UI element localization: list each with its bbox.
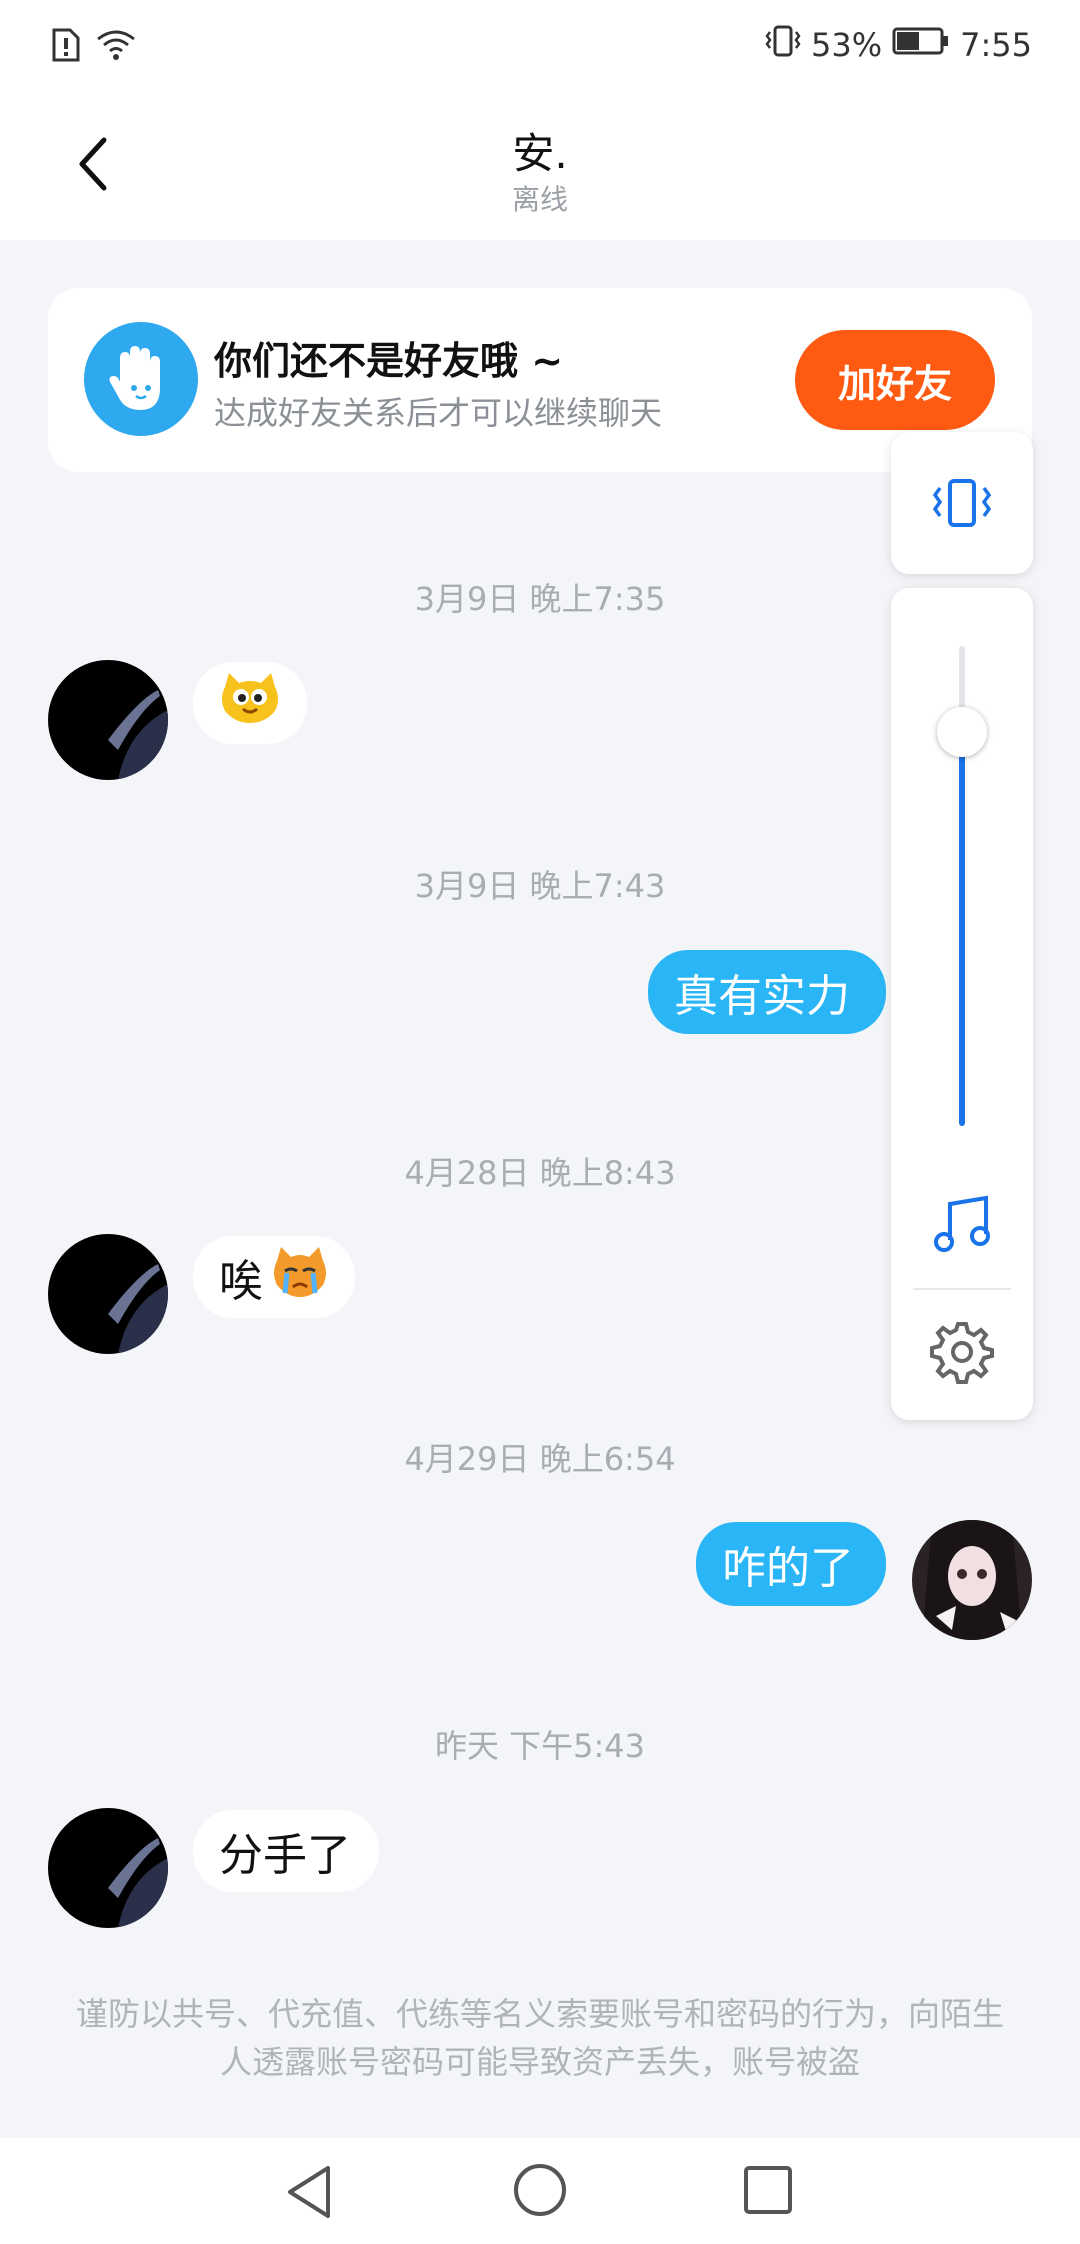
security-notice: 谨防以共号、代充值、代练等名义索要账号和密码的行为，向陌生人透露账号密码可能导致… xyxy=(75,1995,1004,2081)
volume-slider-fill xyxy=(959,732,965,1126)
message-bubble-incoming[interactable]: 分手了 xyxy=(193,1810,379,1892)
contact-avatar[interactable] xyxy=(48,1234,168,1354)
message-bubble-incoming[interactable]: 唉 xyxy=(193,1236,355,1318)
chat-header: 安. 离线 xyxy=(0,96,1080,240)
contact-status: 离线 xyxy=(511,183,568,216)
circle-home-icon xyxy=(514,2164,566,2216)
battery-icon xyxy=(892,26,950,64)
system-nav-bar xyxy=(0,2138,1080,2244)
wifi-icon xyxy=(96,29,136,65)
not-friend-banner: 你们还不是好友哦 ~ 达成好友关系后才可以继续聊天 加好友 xyxy=(48,288,1032,472)
vibrate-status-icon xyxy=(765,24,801,66)
music-note-icon xyxy=(934,1195,990,1252)
status-bar: 53% 7:55 xyxy=(0,0,1080,96)
settings-gear-icon xyxy=(930,1322,994,1384)
vibrate-icon xyxy=(932,479,992,527)
sim-alert-icon xyxy=(52,28,80,66)
volume-slider-knob[interactable] xyxy=(937,707,987,758)
contact-avatar[interactable] xyxy=(48,660,168,780)
vibrate-toggle[interactable] xyxy=(891,432,1033,574)
music-volume-button[interactable] xyxy=(932,1194,992,1258)
panel-divider xyxy=(913,1288,1011,1290)
message-bubble-outgoing[interactable]: 真有实力 xyxy=(648,950,886,1034)
banner-subtitle: 达成好友关系后才可以继续聊天 xyxy=(214,394,663,432)
contact-avatar[interactable] xyxy=(48,1808,168,1928)
message-timestamp: 昨天 下午5:43 xyxy=(434,1727,646,1765)
message-text: 真有实力 xyxy=(674,971,850,1022)
contact-name: 安. xyxy=(512,129,568,178)
cat-smile-emoji xyxy=(219,671,281,736)
message-bubble-outgoing[interactable]: 咋的了 xyxy=(696,1522,886,1606)
battery-percent: 53% xyxy=(811,26,883,64)
own-avatar[interactable] xyxy=(912,1520,1032,1640)
triangle-back-icon xyxy=(288,2166,330,2218)
message-timestamp: 4月29日 晚上6:54 xyxy=(404,1440,676,1478)
wave-hand-icon xyxy=(84,322,198,436)
volume-panel xyxy=(891,588,1033,1420)
square-recents-icon xyxy=(744,2166,792,2214)
message-text: 唉 xyxy=(219,1256,263,1307)
nav-recents-button[interactable] xyxy=(742,2164,794,2220)
banner-title: 你们还不是好友哦 ~ xyxy=(214,339,564,383)
message-bubble-incoming[interactable] xyxy=(193,662,307,744)
message-text: 分手了 xyxy=(219,1830,351,1881)
add-friend-button[interactable]: 加好友 xyxy=(795,330,995,430)
nav-home-button[interactable] xyxy=(512,2162,568,2222)
cat-cry-emoji xyxy=(271,1245,329,1310)
message-text: 咋的了 xyxy=(722,1543,854,1594)
sound-settings-button[interactable] xyxy=(930,1320,994,1388)
nav-back-button[interactable] xyxy=(282,2162,338,2226)
clock: 7:55 xyxy=(960,26,1032,64)
